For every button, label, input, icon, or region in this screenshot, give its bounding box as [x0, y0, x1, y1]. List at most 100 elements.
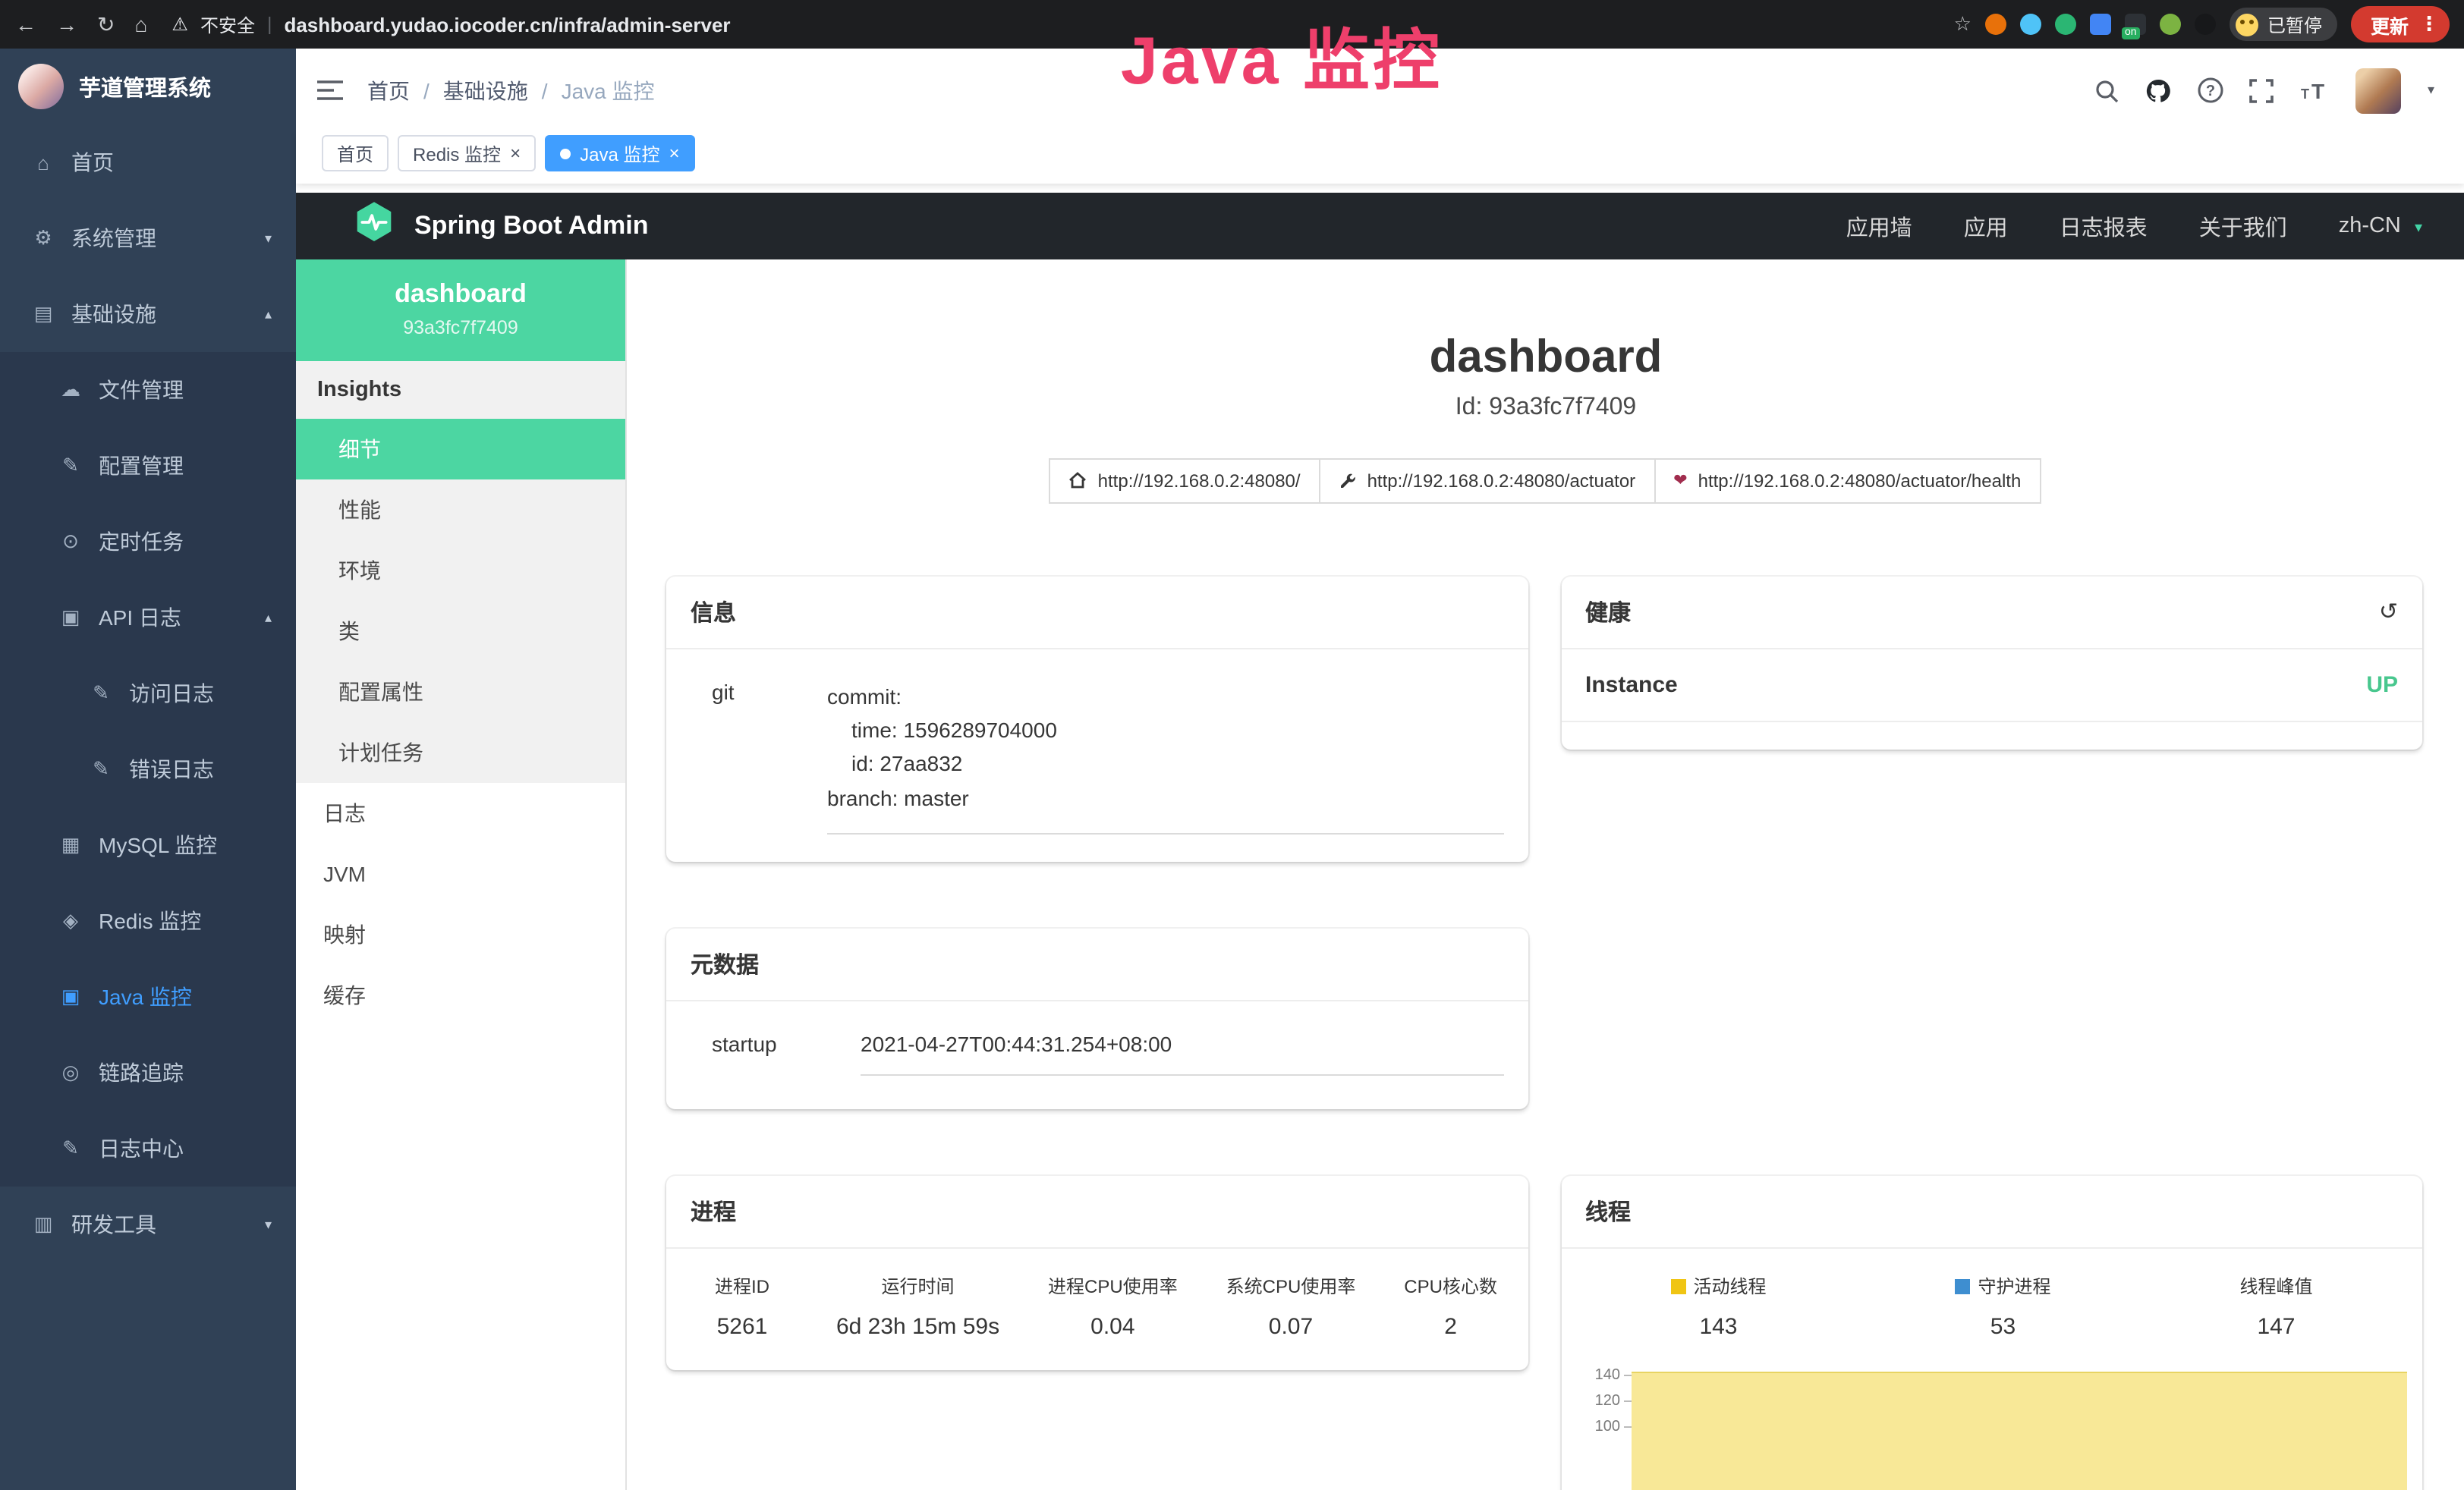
redis-monitor-icon: ◈: [58, 909, 83, 933]
tab-redis-monitor[interactable]: Redis 监控 ×: [398, 135, 536, 171]
tab-home[interactable]: 首页: [322, 135, 389, 171]
sba-item-classes[interactable]: 类: [296, 601, 625, 662]
svg-text:T: T: [2302, 86, 2310, 101]
sba-item-caches[interactable]: 缓存: [296, 965, 625, 1026]
search-icon[interactable]: [2095, 78, 2119, 102]
legend-active-threads: 活动线程 143: [1670, 1273, 1766, 1340]
chevron-down-icon: ▾: [2415, 220, 2422, 237]
font-size-icon[interactable]: TT: [2300, 78, 2330, 102]
forward-icon[interactable]: →: [56, 12, 77, 36]
reload-icon[interactable]: ↻: [97, 11, 115, 37]
back-icon[interactable]: ←: [15, 12, 36, 36]
hamburger-icon[interactable]: [317, 79, 343, 102]
instance-link-health[interactable]: ❤ http://192.168.0.2:48080/actuator/heal…: [1654, 457, 2041, 503]
sba-brand-title[interactable]: Spring Boot Admin: [414, 211, 649, 241]
sba-logo-icon: [354, 200, 395, 252]
sidebar-item-trace[interactable]: ◎ 链路追踪: [0, 1035, 296, 1111]
bookmark-star-icon[interactable]: ☆: [1954, 12, 1972, 36]
health-card: 健康 ↺ Instance UP: [1561, 576, 2422, 749]
sidebar-item-devtools[interactable]: ▥ 研发工具 ▾: [0, 1187, 296, 1262]
sidebar-item-scheduled-tasks[interactable]: ⊙ 定时任务: [0, 504, 296, 580]
sba-item-logs[interactable]: 日志: [296, 783, 625, 844]
address-bar[interactable]: ⚠ 不安全 | dashboard.yudao.iocoder.cn/infra…: [172, 11, 1938, 37]
sba-item-details[interactable]: 细节: [296, 419, 625, 479]
sba-item-jvm[interactable]: JVM: [296, 844, 625, 904]
sba-item-environment[interactable]: 环境: [296, 540, 625, 601]
stat-system-cpu: 系统CPU使用率 0.07: [1226, 1273, 1356, 1340]
sba-locale-select[interactable]: zh-CN ▾: [2339, 214, 2422, 238]
screen: ← → ↻ ⌂ ⚠ 不安全 | dashboard.yudao.iocoder.…: [0, 0, 2464, 1490]
sba-item-mappings[interactable]: 映射: [296, 904, 625, 965]
svg-text:T: T: [2312, 79, 2325, 102]
active-dot: [560, 148, 571, 159]
breadcrumb-infrastructure[interactable]: 基础设施: [443, 75, 528, 105]
instance-link-root[interactable]: http://192.168.0.2:48080/: [1049, 457, 1320, 503]
extension-icon[interactable]: [2055, 14, 2076, 35]
sba-nav-about[interactable]: 关于我们: [2199, 210, 2287, 242]
info-card-body: git commit: time: 1596289704000 id: 27aa…: [666, 649, 1528, 862]
sba-item-scheduled-tasks[interactable]: 计划任务: [296, 722, 625, 783]
close-icon[interactable]: ×: [669, 144, 679, 162]
kebab-menu-icon[interactable]: ⋮: [2419, 12, 2439, 36]
card-title-process: 进程: [691, 1196, 736, 1228]
instance-link-actuator[interactable]: http://192.168.0.2:48080/actuator: [1319, 457, 1656, 503]
extension-icon[interactable]: [2160, 14, 2181, 35]
wrench-icon: [1339, 471, 1357, 489]
sba-item-performance[interactable]: 性能: [296, 479, 625, 540]
sidebar-item-system[interactable]: ⚙ 系统管理 ▾: [0, 200, 296, 276]
sidebar-item-access-logs[interactable]: ✎ 访问日志: [0, 655, 296, 731]
breadcrumb-home[interactable]: 首页: [367, 75, 410, 105]
sidebar-item-log-center[interactable]: ✎ 日志中心: [0, 1111, 296, 1187]
app-logo-row[interactable]: 芋道管理系统: [0, 49, 296, 124]
extension-icon[interactable]: [1985, 14, 2006, 35]
security-label[interactable]: 不安全: [200, 11, 255, 37]
chevron-down-icon[interactable]: ▾: [2428, 82, 2434, 99]
extension-icon[interactable]: [2090, 14, 2111, 35]
tab-java-monitor[interactable]: Java 监控 ×: [545, 135, 694, 171]
github-icon[interactable]: [2145, 77, 2173, 104]
sba-nav-applications[interactable]: 应用: [1964, 210, 2008, 242]
home-icon[interactable]: ⌂: [134, 12, 147, 36]
sidebar-item-infrastructure[interactable]: ▤ 基础设施 ▴: [0, 276, 296, 352]
update-button[interactable]: 更新 ⋮: [2351, 6, 2450, 42]
access-log-icon: ✎: [88, 681, 114, 706]
question-icon[interactable]: ?: [2198, 77, 2224, 103]
sidebar-item-home[interactable]: ⌂ 首页: [0, 124, 296, 200]
sidebar-item-api-logs[interactable]: ▣ API 日志 ▴: [0, 580, 296, 655]
annotation-title: Java 监控: [1121, 6, 1443, 103]
user-avatar[interactable]: [2356, 68, 2402, 113]
log-center-icon: ✎: [58, 1136, 83, 1161]
paused-badge[interactable]: 已暂停: [2230, 8, 2337, 41]
instance-name: dashboard: [308, 279, 613, 310]
breadcrumb: 首页 / 基础设施 / Java 监控: [367, 75, 655, 105]
sidebar-item-mysql-monitor[interactable]: ▦ MySQL 监控: [0, 807, 296, 883]
instance-id: 93a3fc7f7409: [308, 317, 613, 338]
sidebar-item-config-management[interactable]: ✎ 配置管理: [0, 428, 296, 504]
sidebar-item-java-monitor[interactable]: ▣ Java 监控: [0, 959, 296, 1035]
sidebar-item-redis-monitor[interactable]: ◈ Redis 监控: [0, 883, 296, 959]
history-icon[interactable]: ↺: [2379, 598, 2398, 625]
fullscreen-icon[interactable]: [2250, 78, 2274, 102]
insights-group: Insights 细节 性能 环境 类 配置属性 计划任务: [296, 361, 625, 783]
sba-nav-wallboard[interactable]: 应用墙: [1846, 210, 1912, 242]
sba-sidebar: dashboard 93a3fc7f7409 Insights 细节 性能 环境…: [296, 259, 627, 1490]
metadata-card: 元数据 startup 2021-04-27T00:44:31.254+08:0…: [666, 929, 1528, 1109]
instance-links: http://192.168.0.2:48080/ http://192.168…: [627, 457, 2464, 503]
process-stats: 进程ID 5261 运行时间 6d 23h 15m 59s 进程CPU使用率: [666, 1249, 1528, 1370]
status-badge: UP: [2366, 671, 2398, 697]
extension-icon[interactable]: on: [2125, 14, 2146, 35]
sidebar-item-file-management[interactable]: ☁ 文件管理: [0, 352, 296, 428]
sba-item-config-props[interactable]: 配置属性: [296, 662, 625, 722]
home-icon: ⌂: [30, 151, 56, 174]
api-log-icon: ▣: [58, 605, 83, 630]
app-logo: [18, 64, 64, 109]
sba-nav-journal[interactable]: 日志报表: [2060, 210, 2148, 242]
chevron-down-icon: ▾: [265, 230, 272, 247]
sidebar-item-error-logs[interactable]: ✎ 错误日志: [0, 731, 296, 807]
extension-icon[interactable]: [2020, 14, 2041, 35]
threads-card: 线程 活动线程 1: [1561, 1176, 2422, 1490]
extension-icon[interactable]: [2195, 14, 2216, 35]
close-icon[interactable]: ×: [510, 144, 521, 162]
instance-header[interactable]: dashboard 93a3fc7f7409: [296, 259, 625, 361]
url-text[interactable]: dashboard.yudao.iocoder.cn/infra/admin-s…: [284, 13, 730, 36]
